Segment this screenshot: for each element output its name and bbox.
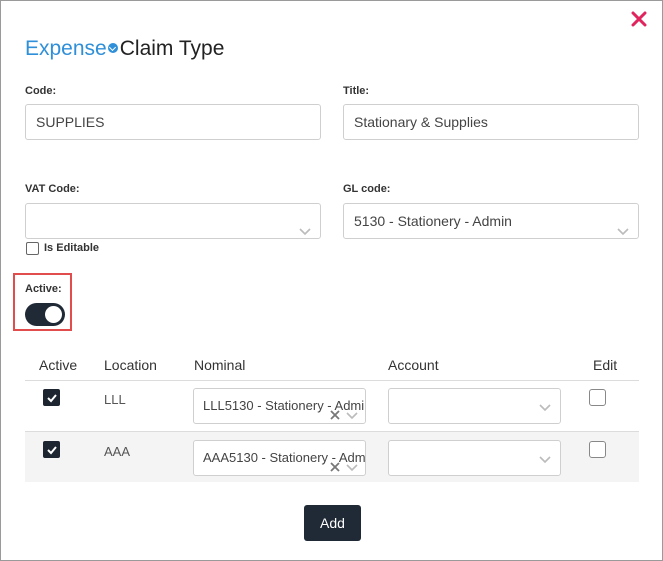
column-header-location: Location [104, 357, 157, 373]
dialog-title-text: Claim Type [119, 37, 225, 60]
vat-code-label: VAT Code: [25, 183, 80, 195]
dialog-title: Expense Claim Type [25, 37, 224, 61]
claim-type-dialog: Expense Claim Type Code: SUPPLIES Title: … [0, 0, 663, 561]
add-button[interactable]: Add [304, 505, 361, 541]
row-account-select[interactable] [388, 440, 561, 476]
close-icon[interactable] [630, 10, 648, 28]
gl-code-value: 5130 - Stationery - Admin [354, 213, 512, 229]
code-input[interactable]: SUPPLIES [25, 104, 321, 140]
chevron-down-icon [539, 400, 551, 412]
toggle-knob [45, 306, 62, 323]
vat-code-select[interactable] [25, 203, 321, 239]
chevron-down-icon [617, 215, 629, 236]
row-nominal-select[interactable]: AAA5130 - Stationery - Admin [193, 440, 366, 476]
column-header-account: Account [388, 357, 439, 373]
brand-logo-text: Expense [25, 37, 107, 60]
column-header-nominal: Nominal [194, 357, 246, 373]
row-location: LLL [104, 392, 126, 407]
row-account-select[interactable] [388, 388, 561, 424]
chevron-down-icon [346, 452, 358, 472]
gl-code-label: GL code: [343, 183, 391, 195]
chevron-down-icon [346, 400, 358, 420]
column-header-active: Active [39, 357, 78, 373]
row-nominal-value: LLL5130 - Stationery - Admin [203, 398, 366, 413]
title-label: Title: [343, 85, 370, 97]
active-toggle[interactable] [25, 303, 65, 326]
row-edit-checkbox[interactable] [589, 441, 606, 458]
title-input[interactable]: Stationary & Supplies [343, 104, 639, 140]
gl-code-select[interactable]: 5130 - Stationery - Admin [343, 203, 639, 239]
clear-icon[interactable] [329, 452, 341, 472]
row-location: AAA [104, 444, 131, 459]
active-label: Active: [25, 283, 62, 295]
row-nominal-select[interactable]: LLL5130 - Stationery - Admin [193, 388, 366, 424]
row-active-checkbox[interactable] [43, 389, 60, 406]
chevron-down-icon [299, 215, 311, 236]
clear-icon[interactable] [329, 400, 341, 420]
is-editable-label: Is Editable [44, 242, 100, 254]
code-label: Code: [25, 85, 57, 97]
chevron-down-icon [539, 452, 551, 464]
row-nominal-value: AAA5130 - Stationery - Admin [203, 450, 366, 465]
row-active-checkbox[interactable] [43, 441, 60, 458]
brand-logo-icon [107, 43, 118, 54]
table-header-divider [25, 380, 639, 381]
is-editable-checkbox[interactable] [26, 242, 39, 255]
column-header-edit: Edit [593, 357, 618, 373]
row-edit-checkbox[interactable] [589, 389, 606, 406]
